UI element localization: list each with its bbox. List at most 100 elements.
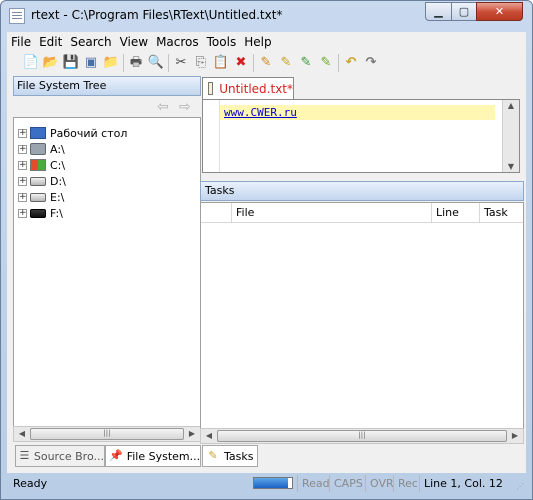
column-header-task[interactable]: Task [479, 203, 523, 223]
tree-node-e[interactable]: + E:\ [18, 189, 64, 205]
progress-fill [254, 478, 289, 488]
save-all-icon[interactable]: ▣ [82, 54, 100, 72]
copy-icon[interactable]: ⎘ [192, 54, 210, 72]
column-header-file[interactable]: File [231, 203, 431, 223]
tree-node-label: A:\ [50, 142, 65, 156]
tasks-horizontal-scrollbar[interactable]: ◀ ||| ▶ [200, 428, 524, 444]
list-icon: ☰ [19, 449, 30, 462]
scroll-down-icon[interactable]: ▼ [503, 162, 519, 171]
toolbar-separator [123, 54, 124, 72]
tab-untitled[interactable]: Untitled.txt* [202, 77, 294, 99]
editor-content[interactable]: www.CWER.ru [224, 105, 297, 120]
expand-icon[interactable]: + [18, 160, 27, 170]
client-area: File System Tree ⇦ ⇨ + Рабочий стол + A:… [7, 75, 526, 473]
print-icon[interactable]: 🖶 [127, 54, 145, 72]
expand-icon[interactable]: + [18, 176, 27, 186]
tasks-title: Tasks [200, 181, 524, 201]
panel-title: File System Tree [13, 76, 201, 96]
text-editor[interactable]: www.CWER.ru ▲ ▼ [202, 99, 520, 173]
find-icon[interactable]: ✎ [257, 54, 275, 72]
tree-node-label: D:\ [50, 174, 66, 188]
tab-label: Untitled.txt* [219, 81, 293, 96]
open-folder-icon[interactable]: 📂 [42, 54, 60, 72]
new-file-icon[interactable]: 📄 [22, 54, 40, 72]
replace-icon[interactable]: ✎ [297, 54, 315, 72]
menu-help[interactable]: Help [240, 35, 275, 49]
toolbar-separator [253, 54, 254, 72]
task-icon: ✎ [208, 449, 218, 462]
floppy-drive-icon [30, 143, 46, 155]
tree-node-label: E:\ [50, 190, 65, 204]
scroll-thumb[interactable]: ||| [30, 428, 184, 440]
file-tree: + Рабочий стол + A:\ + C:\ + D:\ + E:\ +… [13, 117, 201, 430]
removable-drive-icon [30, 208, 46, 218]
tree-node-a[interactable]: + A:\ [18, 141, 65, 157]
expand-icon[interactable]: + [18, 192, 27, 202]
maximize-button[interactable]: ▢ [451, 2, 477, 21]
undo-icon[interactable]: ↶ [342, 54, 360, 72]
tasks-table: File Line Task [200, 202, 524, 438]
folder-icon[interactable]: 📁 [102, 54, 120, 72]
expand-icon[interactable]: + [18, 144, 27, 154]
menu-edit[interactable]: Edit [35, 35, 66, 49]
menu-view[interactable]: View [116, 35, 152, 49]
tree-node-desktop[interactable]: + Рабочий стол [18, 125, 127, 141]
tab-label: Tasks [224, 449, 254, 463]
tasks-panel: Tasks File Line Task ◀ ||| ▶ [200, 180, 526, 444]
left-panel-tabs: ☰ Source Bro... 📌 File System... [13, 445, 203, 469]
scroll-right-icon[interactable]: ▶ [184, 427, 200, 441]
scroll-left-icon[interactable]: ◀ [14, 427, 30, 441]
title-bar: rtext - C:\Program Files\RText\Untitled.… [1, 1, 532, 31]
status-position: Line 1, Col. 12 [419, 475, 503, 492]
menu-file[interactable]: File [7, 35, 35, 49]
cut-icon[interactable]: ✂ [172, 54, 190, 72]
expand-icon[interactable]: + [18, 128, 27, 138]
editor-tabs: Untitled.txt* [200, 75, 526, 99]
expand-icon[interactable]: + [18, 208, 27, 218]
tree-node-f[interactable]: + F:\ [18, 205, 63, 221]
tab-label: File System... [126, 449, 201, 463]
column-header-line[interactable]: Line [431, 203, 479, 223]
column-header-icon[interactable] [201, 203, 231, 223]
paste-icon[interactable]: 📋 [212, 54, 230, 72]
print-preview-icon[interactable]: 🔍 [147, 54, 165, 72]
tab-label: Source Bro... [33, 449, 104, 463]
tree-node-label: C:\ [50, 158, 66, 172]
toolbar: 📄 📂 💾 ▣ 📁 🖶 🔍 ✂ ⎘ 📋 ✖ ✎ ✎ ✎ ✎ ↶ ↷ [7, 51, 526, 75]
find-next-icon[interactable]: ✎ [277, 54, 295, 72]
editor-vertical-scrollbar[interactable]: ▲ ▼ [502, 100, 519, 172]
hard-drive-icon [30, 192, 46, 202]
menu-tools[interactable]: Tools [203, 35, 241, 49]
menu-macros[interactable]: Macros [152, 35, 203, 49]
tree-node-d[interactable]: + D:\ [18, 173, 66, 189]
status-rec: Rec [393, 475, 418, 492]
status-caps: CAPS [329, 475, 363, 492]
tab-file-system[interactable]: 📌 File System... [105, 445, 201, 467]
panel-nav: ⇦ ⇨ [13, 97, 201, 117]
tasks-table-header: File Line Task [201, 203, 523, 223]
system-drive-icon [30, 159, 46, 171]
tab-tasks[interactable]: ✎ Tasks [202, 445, 258, 467]
back-arrow-icon[interactable]: ⇦ [157, 99, 169, 115]
save-icon[interactable]: 💾 [62, 54, 80, 72]
minimize-button[interactable]: ▁ [425, 2, 452, 21]
forward-arrow-icon[interactable]: ⇨ [179, 99, 191, 115]
scroll-thumb[interactable]: ||| [217, 430, 507, 442]
delete-icon[interactable]: ✖ [232, 54, 250, 72]
replace-all-icon[interactable]: ✎ [317, 54, 335, 72]
pin-icon: 📌 [109, 449, 123, 462]
tab-source-browser[interactable]: ☰ Source Bro... [15, 445, 105, 467]
tasks-tabs: ✎ Tasks [200, 445, 258, 469]
tree-node-label: F:\ [50, 206, 63, 220]
scroll-left-icon[interactable]: ◀ [201, 429, 217, 443]
menu-search[interactable]: Search [66, 35, 115, 49]
tree-horizontal-scrollbar[interactable]: ◀ ||| ▶ [13, 426, 201, 442]
close-button[interactable]: ✕ [476, 2, 523, 21]
scroll-up-icon[interactable]: ▲ [503, 101, 519, 110]
status-ovr: OVR [365, 475, 394, 492]
scroll-right-icon[interactable]: ▶ [507, 429, 523, 443]
tree-node-c[interactable]: + C:\ [18, 157, 65, 173]
status-text: Ready [13, 477, 48, 490]
resize-grip-icon[interactable]: ⋰ [516, 482, 524, 491]
redo-icon[interactable]: ↷ [362, 54, 380, 72]
